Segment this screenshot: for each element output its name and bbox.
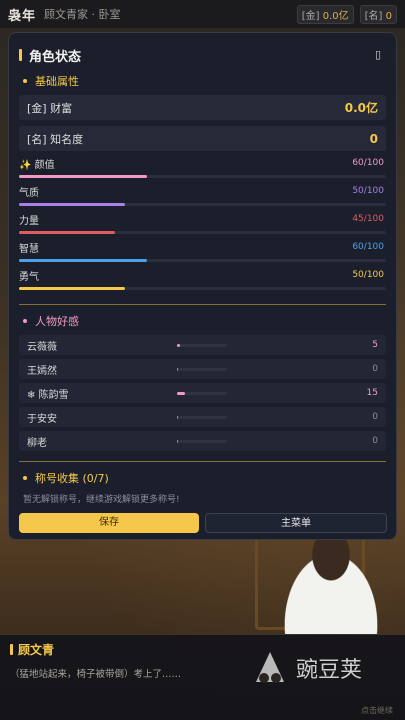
resource-badges: [金] 0.0亿 [名] 0 — [296, 4, 397, 24]
favor-bar-fill — [177, 439, 178, 443]
character-portrait — [272, 535, 390, 635]
favor-bar-fill — [177, 391, 185, 395]
continue-hint: 点击继续 — [361, 706, 393, 715]
favor-heading: 人物好感 — [23, 313, 386, 329]
list-item: 柳老 0 — [19, 431, 386, 451]
gold-badge: [金] 0.0亿 — [296, 4, 354, 24]
stat-bar — [19, 175, 386, 178]
stat-bar — [19, 203, 386, 206]
stat-temperament: 气质 50/100 — [19, 185, 386, 210]
person-name: 柳老 — [27, 437, 47, 449]
modal-title: 角色状态 — [29, 49, 82, 65]
favor-bar — [177, 415, 227, 419]
bullet-icon — [23, 79, 27, 83]
modal-header: 角色状态 ▯ — [19, 41, 386, 69]
wealth-label: [金] 财富 — [27, 101, 73, 115]
fame-row: [名] 知名度 0 — [19, 126, 386, 151]
favor-value: 15 — [366, 388, 378, 398]
list-item: 于安安 0 — [19, 407, 386, 427]
fame-value: 0 — [369, 131, 378, 146]
list-item: 云薇薇 5 — [19, 335, 386, 355]
stat-value: 60/100 — [352, 158, 384, 168]
person-name: 于安安 — [27, 413, 57, 425]
favor-bar — [177, 343, 227, 347]
stat-bar-fill — [19, 203, 126, 206]
stat-courage: 勇气 50/100 — [19, 269, 386, 294]
watermark: 豌豆荚 — [250, 648, 362, 688]
stat-name: 勇气 — [19, 271, 39, 283]
fame-label: [名] 知名度 — [27, 132, 84, 146]
stat-strength: 力量 45/100 — [19, 213, 386, 238]
person-name: ❄ 陈韵雪 — [27, 389, 69, 401]
speaker-accent-bar — [10, 644, 13, 655]
fame-badge: [名] 0 — [359, 4, 397, 24]
wealth-value: 0.0亿 — [344, 101, 378, 115]
titles-empty-text: 暂无解锁称号，继续游戏解锁更多称号! — [23, 495, 180, 505]
main-menu-button[interactable]: 主菜单 — [205, 513, 387, 533]
favor-list: 云薇薇 5 王嫣然 0 ❄ 陈韵雪 15 于安安 0 柳老 0 — [19, 335, 386, 451]
stat-looks: ✨ 颜值 60/100 — [19, 157, 386, 182]
location-label: 顾文青家 · 卧室 — [44, 8, 121, 21]
section-divider — [19, 304, 386, 305]
favor-value: 0 — [372, 364, 378, 374]
stat-bar — [19, 287, 386, 290]
stat-bar-fill — [19, 287, 126, 290]
titles-heading: 称号收集 (0/7) — [23, 470, 386, 486]
stat-name: 智慧 — [19, 243, 39, 255]
favor-bar-fill — [177, 343, 180, 347]
stat-bar — [19, 259, 386, 262]
title-accent-bar — [19, 49, 22, 61]
stat-bar-fill — [19, 175, 147, 178]
favor-value: 0 — [372, 436, 378, 446]
stat-value: 50/100 — [352, 270, 384, 280]
stat-bar-fill — [19, 259, 147, 262]
favor-bar — [177, 391, 227, 395]
bullet-icon — [23, 476, 27, 480]
person-name: 王嫣然 — [27, 365, 57, 377]
list-item: 王嫣然 0 — [19, 359, 386, 379]
stat-bar-fill — [19, 231, 115, 234]
basic-attributes-heading: 基础属性 — [23, 73, 386, 89]
favor-bar — [177, 367, 227, 371]
save-button[interactable]: 保存 — [19, 513, 199, 533]
stat-list: ✨ 颜值 60/100 气质 50/100 力量 45/100 智慧 60/100 勇气… — [19, 157, 386, 294]
favor-value: 5 — [372, 340, 378, 350]
stat-name: 气质 — [19, 187, 39, 199]
stat-name: ✨ 颜值 — [19, 159, 55, 171]
favor-bar — [177, 439, 227, 443]
stat-name: 力量 — [19, 215, 39, 227]
stat-value: 45/100 — [352, 214, 384, 224]
list-item: ❄ 陈韵雪 15 — [19, 383, 386, 403]
game-logo: 袅年 — [8, 8, 37, 24]
stat-value: 50/100 — [352, 186, 384, 196]
person-name: 云薇薇 — [27, 341, 57, 353]
stat-value: 60/100 — [352, 242, 384, 252]
favor-bar-fill — [177, 367, 178, 371]
close-icon[interactable]: ▯ — [370, 47, 386, 63]
wealth-row: [金] 财富 0.0亿 — [19, 95, 386, 120]
top-bar: 袅年 顾文青家 · 卧室 [金] 0.0亿 [名] 0 — [0, 0, 405, 28]
favor-bar-fill — [177, 415, 178, 419]
watermark-logo-icon — [256, 652, 284, 683]
favor-value: 0 — [372, 412, 378, 422]
modal-actions: 保存 主菜单 — [19, 513, 387, 533]
bullet-icon — [23, 319, 27, 323]
stat-wisdom: 智慧 60/100 — [19, 241, 386, 266]
status-modal: 角色状态 ▯ 基础属性 [金] 财富 0.0亿 [名] 知名度 0 ✨ 颜值 60… — [8, 32, 397, 540]
section-divider — [19, 461, 386, 462]
stat-bar — [19, 231, 386, 234]
watermark-text: 豌豆荚 — [296, 658, 363, 683]
